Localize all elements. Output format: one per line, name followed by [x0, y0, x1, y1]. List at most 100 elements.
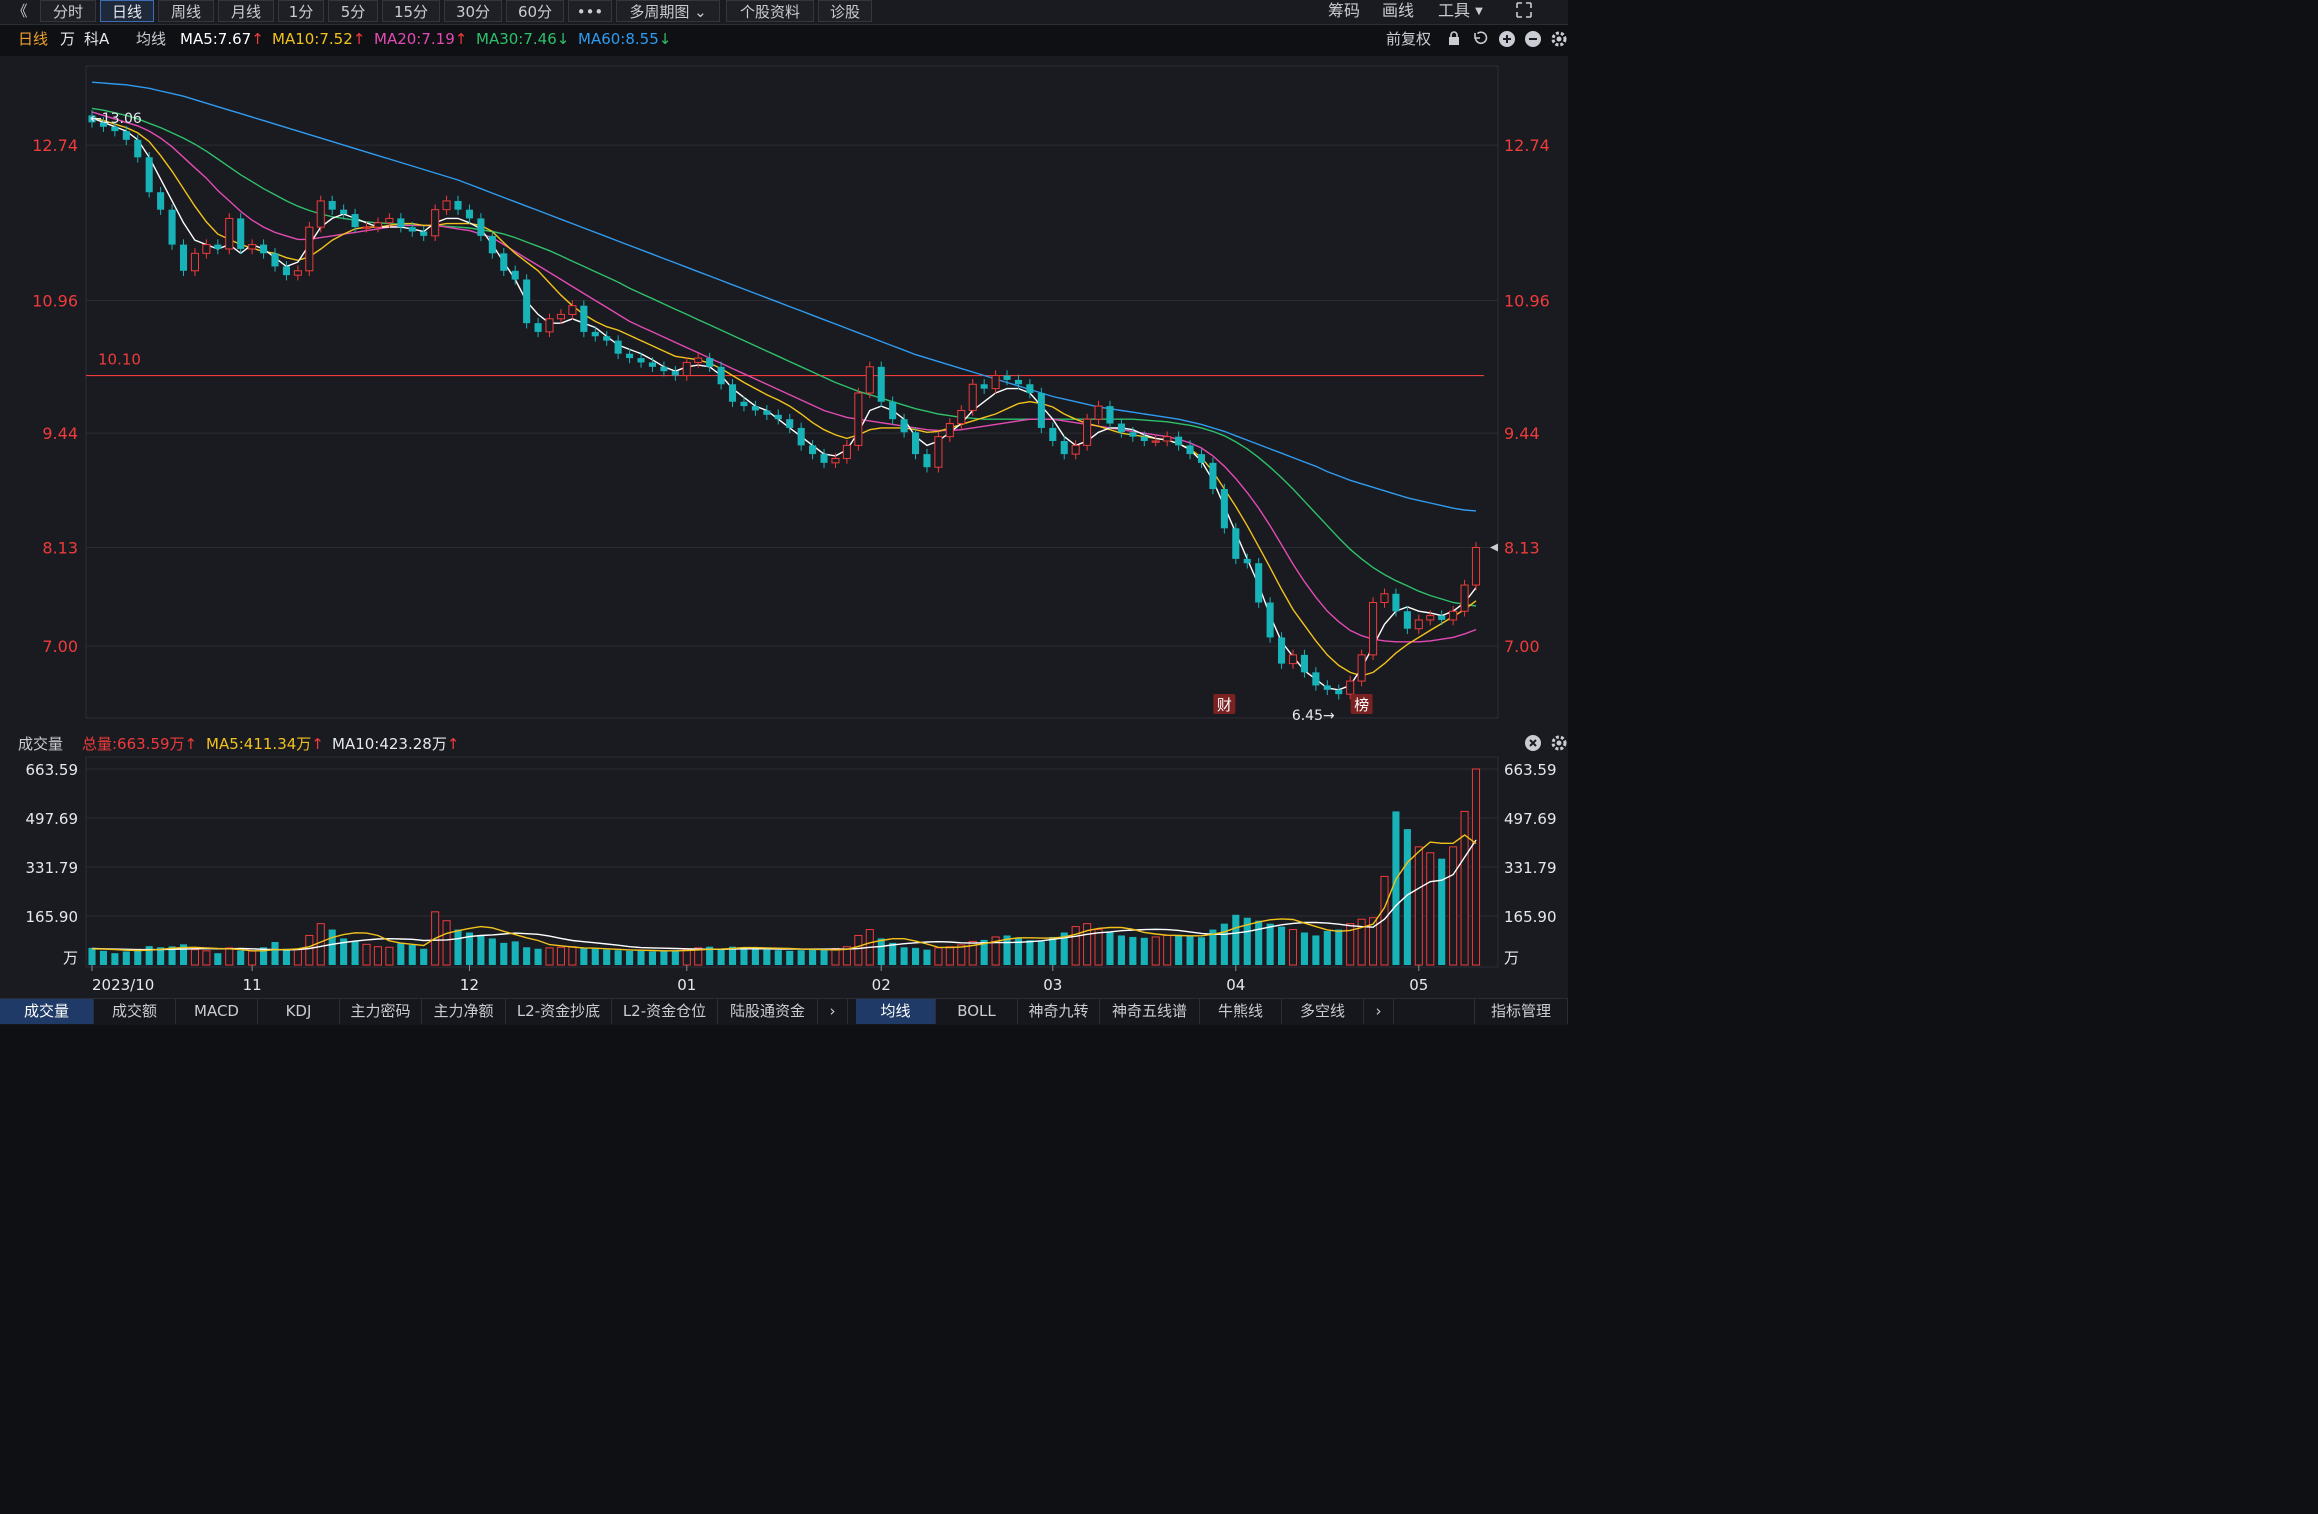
- candle-up: [957, 409, 966, 425]
- candle-down: [511, 270, 519, 280]
- tab-daily[interactable]: 日线: [100, 0, 154, 22]
- volume-tick-right: 497.69: [1504, 810, 1557, 828]
- tab-ma-lines[interactable]: 均线: [856, 999, 936, 1024]
- tab-kdj[interactable]: KDJ: [258, 999, 340, 1024]
- candle-down: [111, 126, 119, 132]
- tab-magic-nine[interactable]: 神奇九转: [1018, 999, 1100, 1024]
- tab-hsgt-fund[interactable]: 陆股通资金: [718, 999, 818, 1024]
- ma-label[interactable]: 均线: [136, 28, 166, 50]
- volume-bar-up: [1426, 852, 1435, 966]
- zoom-out-icon[interactable]: [1524, 30, 1542, 52]
- candle-down: [282, 266, 290, 276]
- volume-bar-up: [202, 950, 211, 966]
- price-tick-left: 12.74: [32, 136, 78, 155]
- tab-bull-bear[interactable]: 牛熊线: [1200, 999, 1282, 1024]
- collapse-icon[interactable]: 《: [4, 0, 36, 22]
- tab-main-net[interactable]: 主力净额: [422, 999, 506, 1024]
- date-label: 03: [1043, 976, 1062, 994]
- candle-up: [385, 217, 394, 224]
- price-tick-right: 12.74: [1504, 136, 1550, 155]
- expand-icon[interactable]: [1514, 0, 1536, 22]
- candle-down: [706, 358, 714, 367]
- candlestick-chart[interactable]: 12.74 12.74 10.96 10.96 9.44 9.44 8.13 8.13 7.00…: [0, 56, 1568, 731]
- volume-bar-up: [545, 947, 554, 966]
- candle-up: [190, 252, 199, 272]
- multi-period-dropdown[interactable]: 多周期图 ⌄: [616, 0, 720, 22]
- price-tick-left: 7.00: [42, 637, 78, 656]
- undo-icon[interactable]: [1472, 30, 1488, 52]
- tab-fenshi[interactable]: 分时: [40, 0, 96, 22]
- candle-down: [626, 353, 634, 359]
- tab-long-short[interactable]: 多空线: [1282, 999, 1364, 1024]
- indicator-manage-button[interactable]: 指标管理: [1474, 999, 1568, 1024]
- candle-down: [1278, 637, 1286, 664]
- tab-5min[interactable]: 5分: [328, 0, 378, 22]
- volume-bar-down: [614, 950, 622, 965]
- tab-main-code[interactable]: 主力密码: [340, 999, 422, 1024]
- volume-bar-up: [957, 944, 966, 966]
- tools-menu[interactable]: 工具 ▼: [1438, 0, 1483, 22]
- tab-30min[interactable]: 30分: [444, 0, 502, 22]
- tab-60min[interactable]: 60分: [506, 0, 564, 22]
- volume-bar-down: [511, 941, 519, 965]
- candle-up: [682, 361, 691, 377]
- stock-profile-tab[interactable]: 个股资料: [726, 0, 814, 22]
- candle-down: [260, 244, 268, 254]
- tab-boll[interactable]: BOLL: [936, 999, 1018, 1024]
- volume-bar-down: [237, 950, 245, 965]
- price-chart-panel[interactable]: 12.74 12.74 10.96 10.96 9.44 9.44 8.13 8.13 7.00…: [0, 56, 1568, 731]
- volume-chart-panel[interactable]: 663.59 663.59 497.69 497.69 331.79 331.79 165.…: [0, 755, 1568, 998]
- price-tick-right: 7.00: [1504, 637, 1540, 656]
- candle-down: [1403, 611, 1411, 629]
- tab-weekly[interactable]: 周线: [158, 0, 214, 22]
- volume-bar-up: [934, 947, 943, 966]
- volume-bar-down: [1197, 937, 1206, 965]
- tabs-next-arrow-icon[interactable]: ›: [818, 999, 848, 1024]
- chip-distribution-button[interactable]: 筹码: [1328, 0, 1360, 22]
- diagnose-tab[interactable]: 诊股: [818, 0, 872, 22]
- close-icon[interactable]: [1524, 734, 1542, 756]
- volume-bar-down: [408, 944, 416, 965]
- candle-up: [934, 436, 943, 468]
- fq-label[interactable]: 前复权: [1386, 28, 1431, 50]
- tab-l2-bottom[interactable]: L2-资金抄底: [506, 999, 612, 1024]
- candle-down: [1186, 445, 1194, 455]
- tabs-next-arrow-icon-2[interactable]: ›: [1364, 999, 1394, 1024]
- tab-turnover[interactable]: 成交额: [94, 999, 176, 1024]
- tab-1min[interactable]: 1分: [278, 0, 324, 22]
- lock-icon[interactable]: [1446, 30, 1462, 52]
- candle-down: [1014, 379, 1023, 385]
- volume-tick-left: 497.69: [26, 810, 79, 828]
- volume-bar-down: [500, 942, 508, 965]
- volume-bar-up: [1071, 926, 1080, 966]
- candle-up: [373, 222, 382, 228]
- volume-chart[interactable]: 663.59 663.59 497.69 497.69 331.79 331.79 165.…: [0, 755, 1568, 998]
- ma60-value: MA60:8.55↓: [578, 28, 671, 50]
- candle-down: [454, 200, 462, 210]
- volume-bar-up: [556, 946, 566, 966]
- ma10-text: MA10:7.52: [272, 30, 353, 48]
- volume-ma10: MA10:423.28万↑: [332, 735, 460, 753]
- top-toolbar: 《 分时 日线 周线 月线 1分 5分 15分 30分 60分 ••• 多周期图…: [0, 0, 1568, 25]
- tab-15min[interactable]: 15分: [382, 0, 440, 22]
- candle-up: [1369, 602, 1378, 656]
- zoom-in-icon[interactable]: [1498, 30, 1516, 52]
- more-periods-button[interactable]: •••: [568, 0, 612, 22]
- settings-gear-icon[interactable]: [1550, 30, 1568, 52]
- candle-down: [1335, 689, 1343, 695]
- volume-bar-down: [763, 949, 771, 965]
- draw-line-button[interactable]: 画线: [1382, 0, 1414, 22]
- tab-volume[interactable]: 成交量: [0, 999, 94, 1024]
- candle-up: [1346, 680, 1355, 695]
- volume-settings-gear-icon[interactable]: [1550, 734, 1568, 756]
- ma20-value: MA20:7.19↑: [374, 28, 467, 50]
- stock-name[interactable]: 科A: [84, 28, 109, 50]
- tab-magic-five[interactable]: 神奇五线谱: [1100, 999, 1200, 1024]
- volume-tick-right: 663.59: [1504, 761, 1557, 779]
- ma30-text: MA30:7.46: [476, 30, 557, 48]
- volume-bar-up: [1288, 929, 1298, 966]
- tab-l2-position[interactable]: L2-资金仓位: [612, 999, 718, 1024]
- tab-macd[interactable]: MACD: [176, 999, 258, 1024]
- tab-monthly[interactable]: 月线: [218, 0, 274, 22]
- candle-down: [168, 209, 176, 245]
